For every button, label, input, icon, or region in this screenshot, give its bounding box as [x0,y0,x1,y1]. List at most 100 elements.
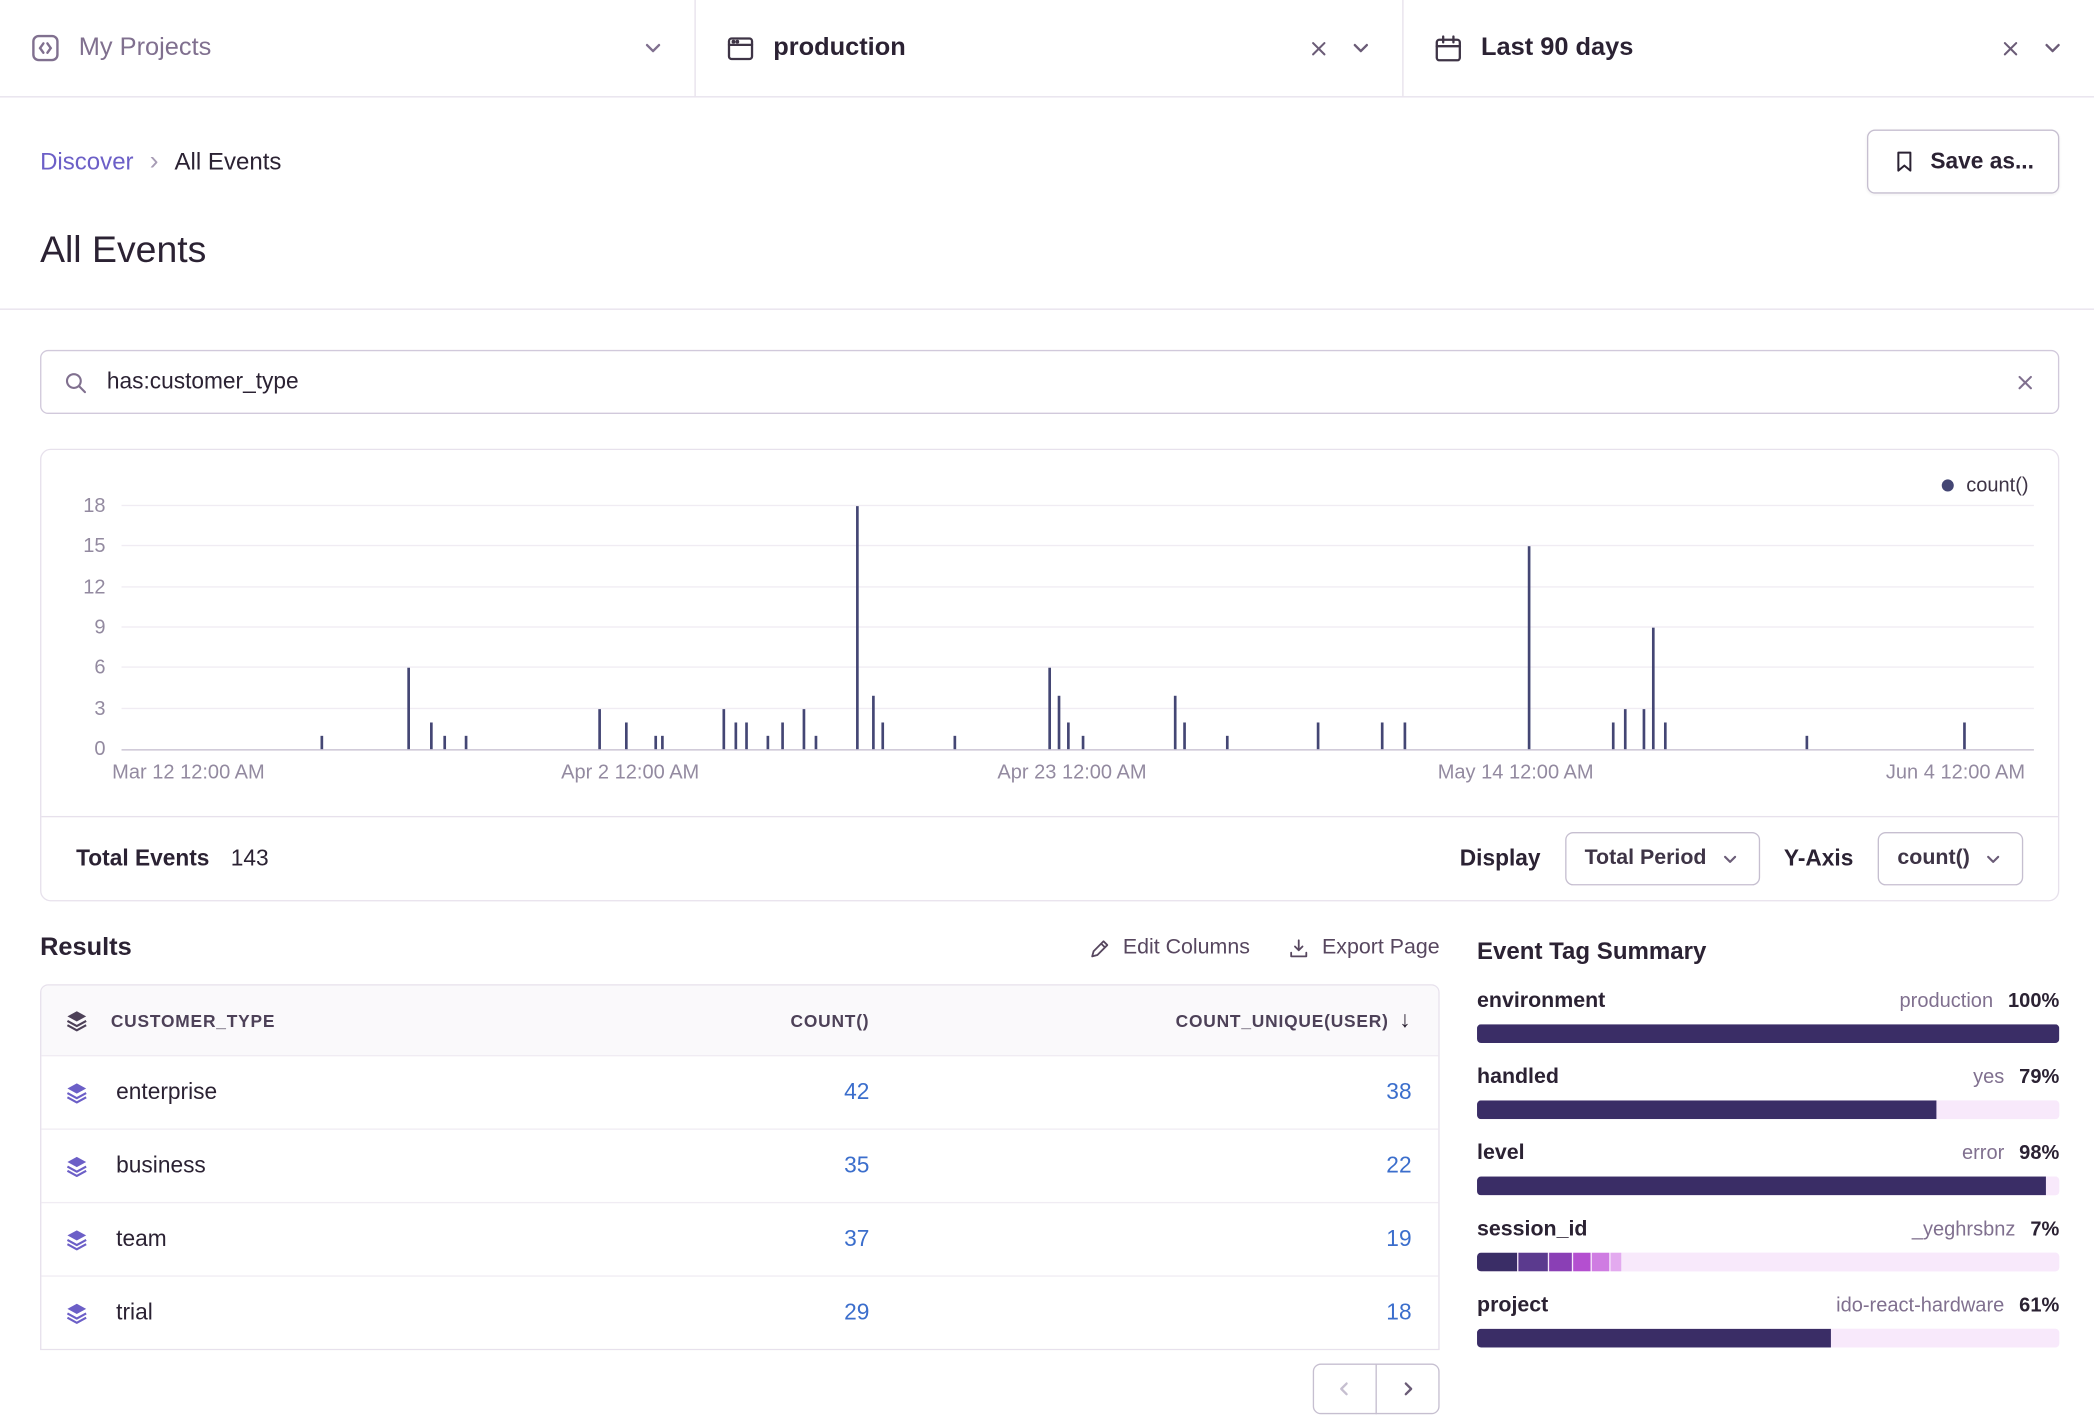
tag-top-value: _yeghrsbnz [1912,1218,2016,1241]
environment-filter-label: production [773,33,905,62]
tag-name: level [1477,1142,1525,1166]
search-bar [40,350,2059,414]
tag-name: environment [1477,990,1605,1014]
date-range-filter[interactable]: Last 90 days [1402,0,2094,96]
export-page-label: Export Page [1322,936,1440,960]
cell-count-unique-link[interactable]: 38 [896,1079,1438,1106]
table-header-row: CUSTOMER_TYPE COUNT() COUNT_UNIQUE(USER)… [41,986,1438,1055]
chevron-down-icon[interactable] [2041,36,2065,60]
stack-icon[interactable] [41,1228,110,1251]
chart-plot: 0369121518Mar 12 12:00 AMApr 2 12:00 AMA… [122,506,2034,750]
cell-count-unique-link[interactable]: 18 [896,1299,1438,1326]
table-row: business 35 22 [41,1128,1438,1201]
stack-icon[interactable] [41,1301,110,1324]
environment-filter[interactable]: production [694,0,1402,96]
previous-page-button[interactable] [1313,1364,1377,1415]
cell-count-unique-link[interactable]: 19 [896,1226,1438,1253]
page-title: All Events [40,228,2059,271]
cell-customer-type: business [111,1153,562,1180]
projects-icon [29,32,61,64]
column-header-count[interactable]: COUNT() [562,1010,896,1030]
tag-name: handled [1477,1066,1559,1090]
tag-summary-heading: Event Tag Summary [1477,937,2059,965]
cell-count-link[interactable]: 29 [562,1299,896,1326]
save-as-button[interactable]: Save as... [1868,130,2060,194]
pagination [40,1364,1440,1415]
results-table: CUSTOMER_TYPE COUNT() COUNT_UNIQUE(USER)… [40,984,1440,1350]
chevron-down-icon[interactable] [641,36,665,60]
tag-percent: 100% [2008,990,2059,1013]
total-events-label: Total Events [76,845,209,872]
table-row: team 37 19 [41,1202,1438,1275]
chart-legend[interactable]: count() [1942,474,2028,497]
export-page-button[interactable]: Export Page [1287,936,1439,960]
stack-icon [41,1009,110,1032]
clear-search-icon[interactable] [2014,371,2037,394]
global-filter-bar: My Projects production [0,0,2094,97]
stack-icon[interactable] [41,1155,110,1178]
cell-count-link[interactable]: 35 [562,1153,896,1180]
events-chart: count() 0369121518Mar 12 12:00 AMApr 2 1… [41,450,2058,816]
date-filter-label: Last 90 days [1481,33,1633,62]
tag-percent: 7% [2030,1218,2059,1241]
cell-customer-type: enterprise [111,1079,562,1106]
tag-top-value: production [1900,990,1994,1013]
bookmark-icon [1893,150,1917,174]
tag-bar [1477,1100,2059,1119]
page-header: Discover › All Events Save as... All Eve… [0,97,2094,309]
tag-percent: 98% [2019,1142,2059,1165]
search-icon [63,369,88,394]
breadcrumb-current: All Events [175,148,282,176]
chevron-right-icon: › [150,146,159,177]
edit-columns-button[interactable]: Edit Columns [1088,936,1250,960]
display-label: Display [1460,845,1541,872]
yaxis-dropdown[interactable]: count() [1877,832,2023,885]
legend-dot [1942,479,1954,491]
pencil-icon [1088,937,1111,960]
tag-environment: environment production 100% [1477,990,2059,1043]
cell-count-unique-link[interactable]: 22 [896,1153,1438,1180]
stack-icon[interactable] [41,1081,110,1104]
column-header-count-unique-user[interactable]: COUNT_UNIQUE(USER) ↓ [896,1007,1438,1034]
save-as-label: Save as... [1930,148,2034,175]
results-heading: Results [40,933,132,962]
chevron-down-icon [1720,849,1740,869]
tag-project: project ido-react-hardware 61% [1477,1294,2059,1347]
discover-page: My Projects production [0,0,2094,1416]
clear-environment-icon[interactable] [1307,37,1330,60]
table-row: trial 29 18 [41,1275,1438,1348]
table-row: enterprise 42 38 [41,1055,1438,1128]
legend-label: count() [1966,474,2028,497]
chevron-down-icon [1983,849,2003,869]
window-icon [725,33,756,64]
clear-date-icon[interactable] [1999,37,2022,60]
tag-bar [1477,1177,2059,1196]
tag-bar [1477,1329,2059,1348]
chevron-down-icon[interactable] [1349,36,1373,60]
cell-count-link[interactable]: 37 [562,1226,896,1253]
display-dropdown[interactable]: Total Period [1565,832,1760,885]
yaxis-value: count() [1897,847,1969,871]
event-tag-summary: Event Tag Summary environment production… [1477,933,2059,1370]
next-page-button[interactable] [1376,1364,1440,1415]
breadcrumb: Discover › All Events [40,146,281,177]
chart-footer: Total Events 143 Display Total Period Y-… [41,816,2058,900]
cell-customer-type: trial [111,1299,562,1326]
cell-count-link[interactable]: 42 [562,1079,896,1106]
project-filter[interactable]: My Projects [0,0,694,96]
calendar-icon [1433,33,1464,64]
column-header-customer-type[interactable]: CUSTOMER_TYPE [111,1010,562,1030]
tag-level: level error 98% [1477,1142,2059,1195]
display-value: Total Period [1585,847,1707,871]
breadcrumb-discover-link[interactable]: Discover [40,148,134,176]
tag-percent: 79% [2019,1066,2059,1089]
download-icon [1287,937,1310,960]
total-events: Total Events 143 [76,845,269,872]
yaxis-label: Y-Axis [1784,845,1853,872]
sort-desc-icon: ↓ [1399,1007,1411,1034]
cell-customer-type: team [111,1226,562,1253]
search-input[interactable] [104,367,1998,396]
tag-handled: handled yes 79% [1477,1066,2059,1119]
project-filter-label: My Projects [79,33,212,62]
tag-session-id: session_id _yeghrsbnz 7% [1477,1218,2059,1271]
